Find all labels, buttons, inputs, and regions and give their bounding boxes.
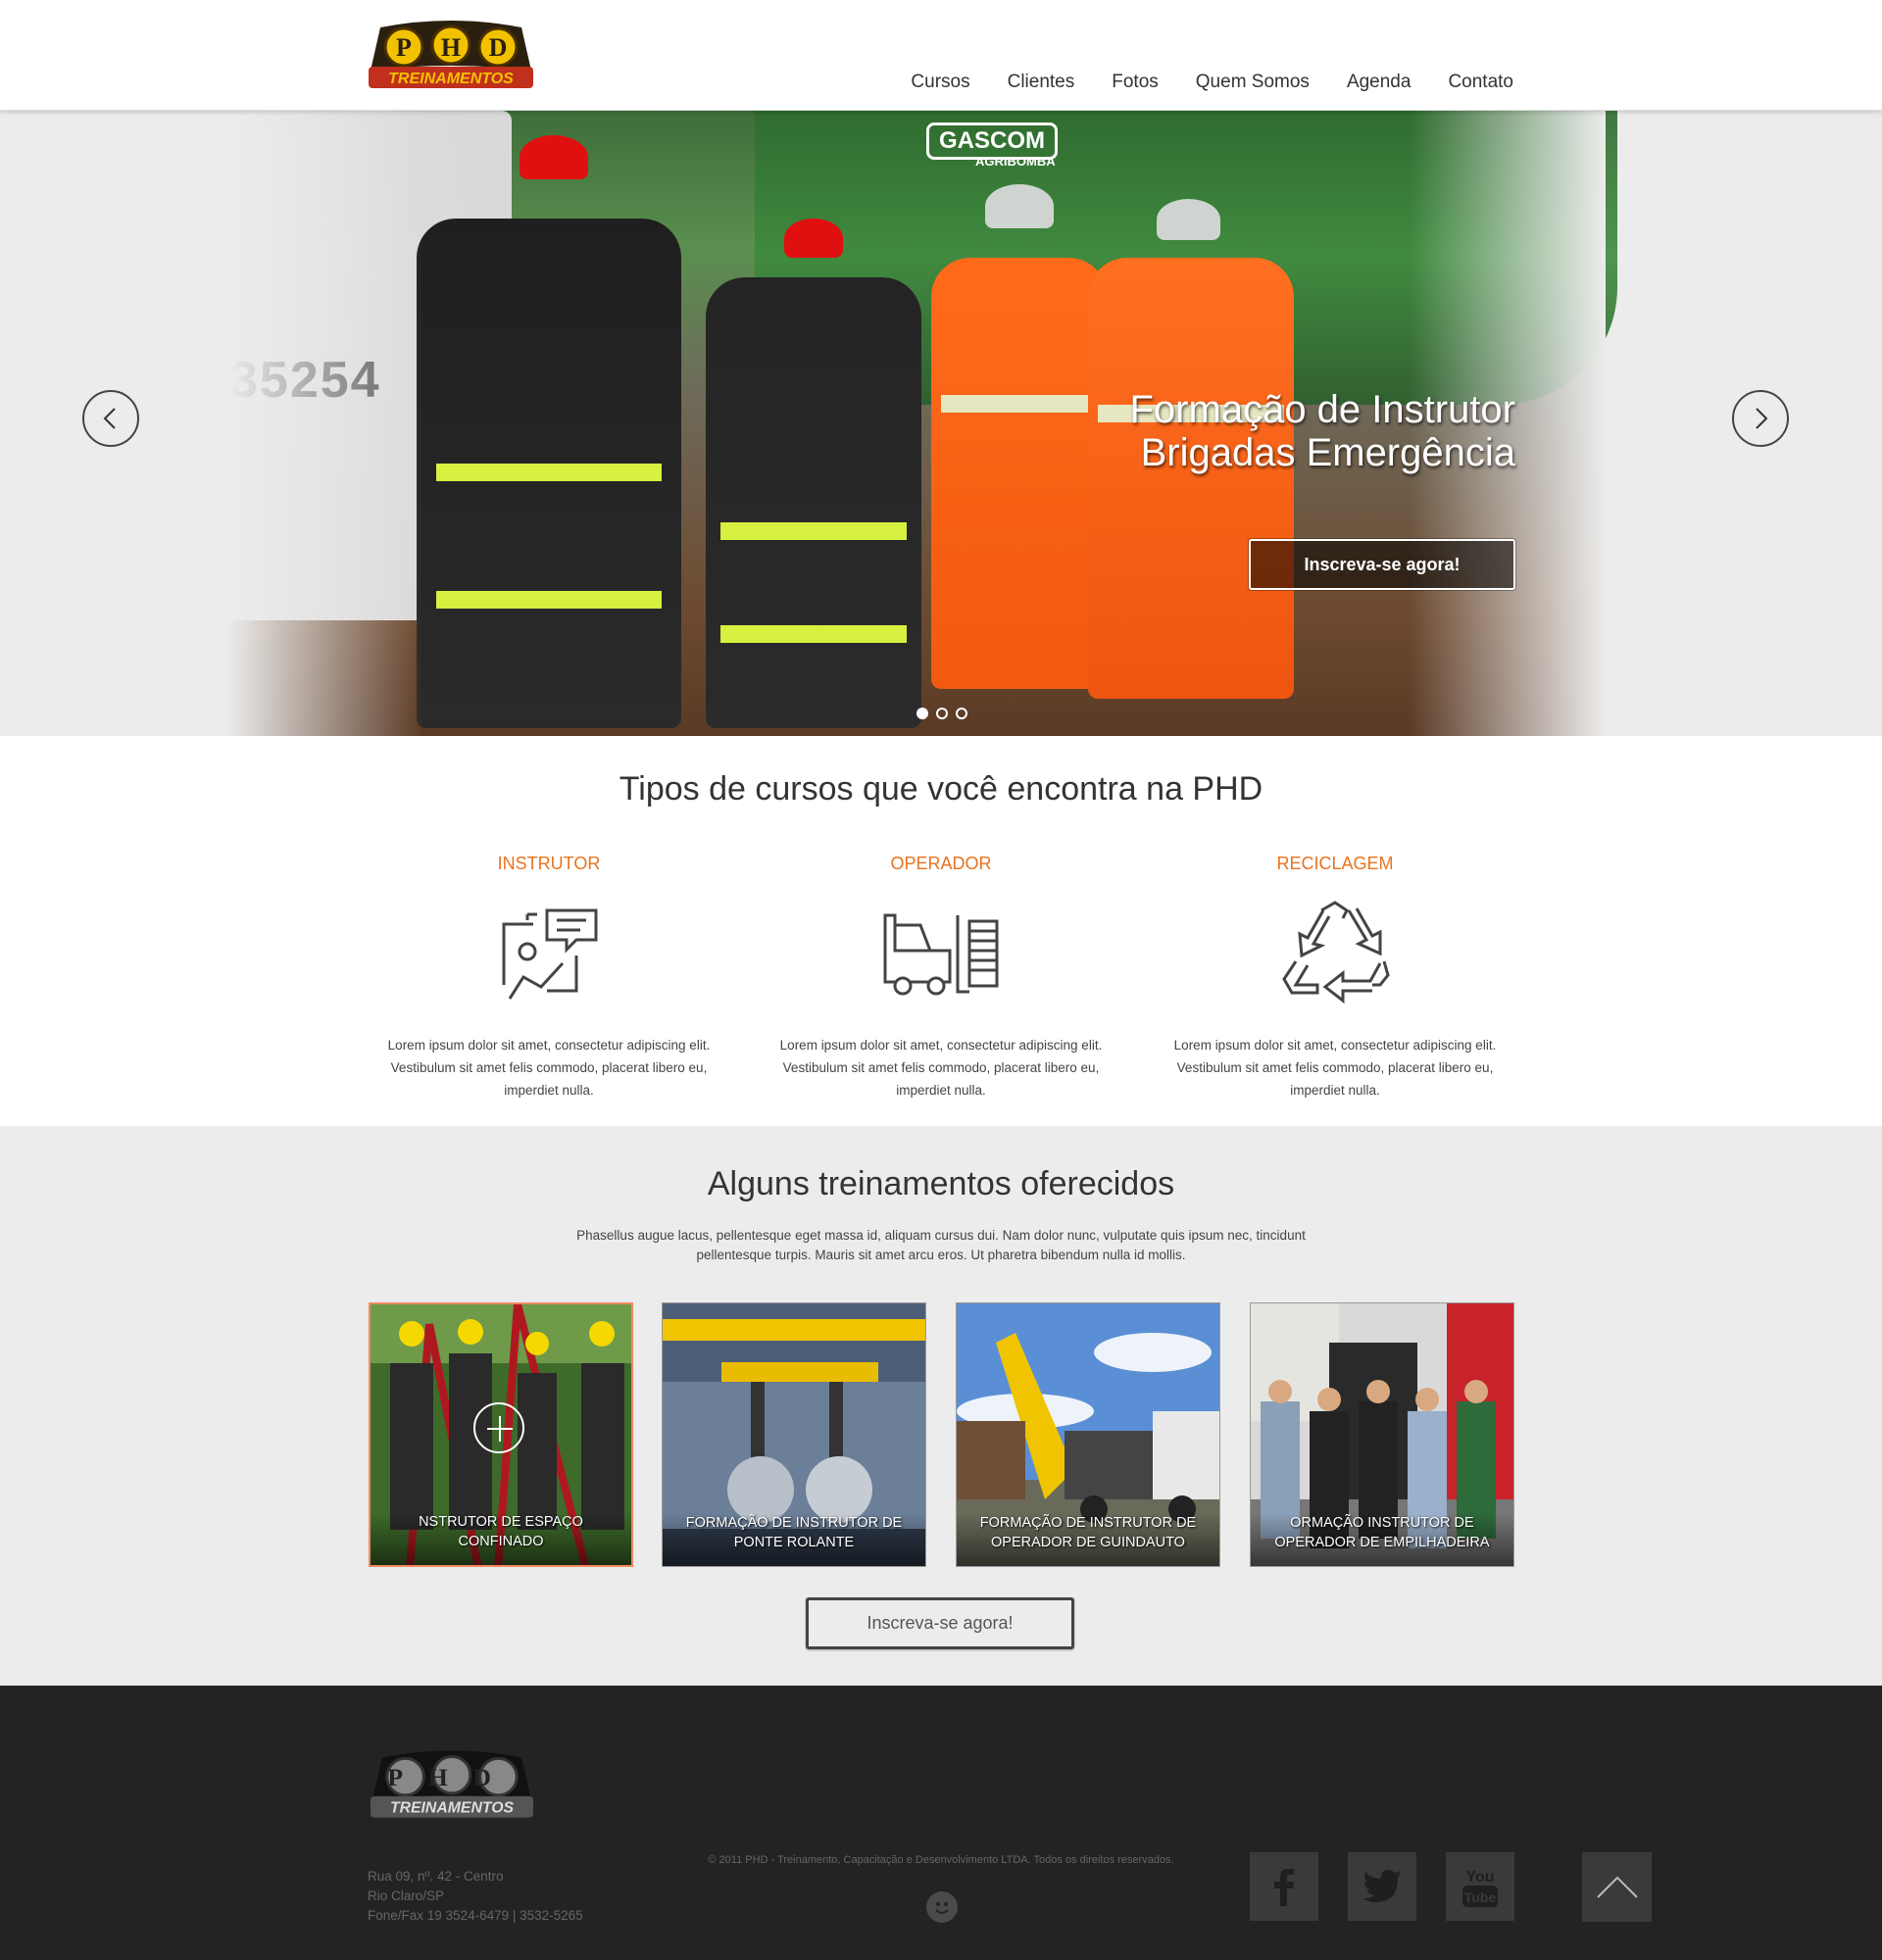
training-card-caption: FORMAÇÃO DE INSTRUTOR DE OPERADOR DE GUI… [957,1513,1219,1566]
youtube-link[interactable]: You Tube [1446,1852,1514,1921]
nav-agenda[interactable]: Agenda [1347,71,1412,94]
slider-prev-button[interactable] [82,390,139,447]
footer-address: Rua 09, nº. 42 - Centro Rio Claro/SP Fon… [368,1867,583,1926]
svg-text:TREINAMENTOS: TREINAMENTOS [390,1800,515,1817]
training-card-ponte-rolante[interactable]: FORMAÇÃO DE INSTRUTOR DE PONTE ROLANTE [662,1302,926,1567]
slider-next-button[interactable] [1732,390,1789,447]
nav-quem-somos[interactable]: Quem Somos [1196,71,1310,94]
svg-text:You: You [1465,1869,1494,1886]
site-footer: PHD TREINAMENTOS Rua 09, nº. 42 - Centro… [0,1686,1882,1960]
course-type-reciclagem[interactable]: RECICLAGEM Lorem ipsum dolor sit amet, c… [1168,854,1502,1102]
trainings-section: Alguns treinamentos oferecidos Phasellus… [0,1126,1882,1686]
address-phone: Fone/Fax 19 3524-6479 | 3532-5265 [368,1908,583,1923]
main-nav: Cursos Clientes Fotos Quem Somos Agenda … [873,71,1513,94]
worker-figure-orange-2 [1088,258,1294,699]
training-card-caption: ORMAÇÃO INSTRUTOR DE OPERADOR DE EMPILHA… [1251,1513,1513,1566]
svg-text:Tube: Tube [1464,1889,1497,1905]
course-type-operador[interactable]: OPERADOR Lorem ipsum dolor sit amet, con… [774,854,1108,1102]
training-card-guindauto[interactable]: FORMAÇÃO DE INSTRUTOR DE OPERADOR DE GUI… [956,1302,1220,1567]
smile-icon[interactable] [926,1891,958,1923]
training-card-espaco-confinado[interactable]: NSTRUTOR DE ESPAÇO CONFINADO [369,1302,633,1567]
trainings-title: Alguns treinamentos oferecidos [707,1165,1175,1202]
svg-text:PHD: PHD [387,1763,516,1791]
presentation-icon [502,908,598,1000]
firefighter-figure [417,219,681,728]
hero-title-line-2: Brigadas Emergência [1140,431,1515,474]
svg-text:TREINAMENTOS: TREINAMENTOS [388,71,514,87]
chevron-up-icon [1596,1876,1638,1898]
slide-dot-2[interactable] [936,708,948,719]
forklift-icon [883,913,999,996]
facebook-link[interactable] [1250,1852,1318,1921]
twitter-icon [1362,1870,1402,1902]
footer-copyright: © 2011 PHD - Treinamento, Capacitação e … [708,1854,1174,1866]
nav-fotos[interactable]: Fotos [1112,71,1159,94]
training-card-empilhadeira[interactable]: ORMAÇÃO INSTRUTOR DE OPERADOR DE EMPILHA… [1250,1302,1514,1567]
trainings-intro: Phasellus augue lacus, pellentesque eget… [576,1228,1306,1262]
course-type-description: Lorem ipsum dolor sit amet, consectetur … [1173,1038,1497,1098]
site-header: PHD TREINAMENTOS Cursos Clientes Fotos Q… [0,0,1882,111]
nav-contato[interactable]: Contato [1448,71,1513,94]
course-type-title: INSTRUTOR [497,854,601,873]
course-type-title: OPERADOR [890,854,992,873]
hero-title-line-1: Formação de Instrutor [1129,388,1516,431]
logo-letter: D [489,33,508,62]
phd-logo[interactable]: PHD TREINAMENTOS [367,20,535,90]
address-line: Rua 09, nº. 42 - Centro [368,1869,504,1884]
nav-cursos[interactable]: Cursos [911,71,969,94]
plus-icon[interactable] [473,1402,524,1453]
twitter-link[interactable] [1348,1852,1416,1921]
hero-signup-button[interactable]: Inscreva-se agora! [1249,539,1515,590]
phd-footer-logo[interactable]: PHD TREINAMENTOS [369,1749,535,1820]
hero-title: Formação de Instrutor Brigadas Emergênci… [980,388,1516,474]
course-type-instrutor[interactable]: INSTRUTOR Lorem ipsum dolor sit amet, co… [382,854,716,1102]
chevron-right-icon [1756,408,1768,429]
training-card-caption: FORMAÇÃO DE INSTRUTOR DE PONTE ROLANTE [663,1513,925,1566]
slider-pagination [916,708,967,719]
recycle-icon [1282,901,1390,1004]
chevron-left-icon [103,408,116,429]
address-city: Rio Claro/SP [368,1888,445,1903]
slide-dot-3[interactable] [956,708,967,719]
tank-sub-brand: AGRIBOMBA [975,154,1056,169]
back-to-top-button[interactable] [1582,1852,1652,1922]
course-types-title: Tipos de cursos que você encontra na PHD [619,770,1263,808]
facebook-icon [1274,1869,1294,1906]
hero-slider: GASCOM AGRIBOMBA 35254 Formação de Instr… [0,111,1882,736]
course-type-title: RECICLAGEM [1276,854,1394,873]
training-card-caption: NSTRUTOR DE ESPAÇO CONFINADO [371,1512,631,1565]
course-types-section: Tipos de cursos que você encontra na PHD… [0,736,1882,1126]
nav-clientes[interactable]: Clientes [1008,71,1075,94]
logo-letter: P [396,33,412,62]
firefighter-figure-2 [706,277,921,728]
slide-dot-1[interactable] [916,708,928,719]
youtube-icon: You Tube [1462,1869,1498,1907]
logo-letter: H [441,33,461,62]
trainings-signup-button[interactable]: Inscreva-se agora! [806,1597,1074,1649]
course-type-description: Lorem ipsum dolor sit amet, consectetur … [387,1038,711,1098]
course-type-description: Lorem ipsum dolor sit amet, consectetur … [779,1038,1103,1098]
